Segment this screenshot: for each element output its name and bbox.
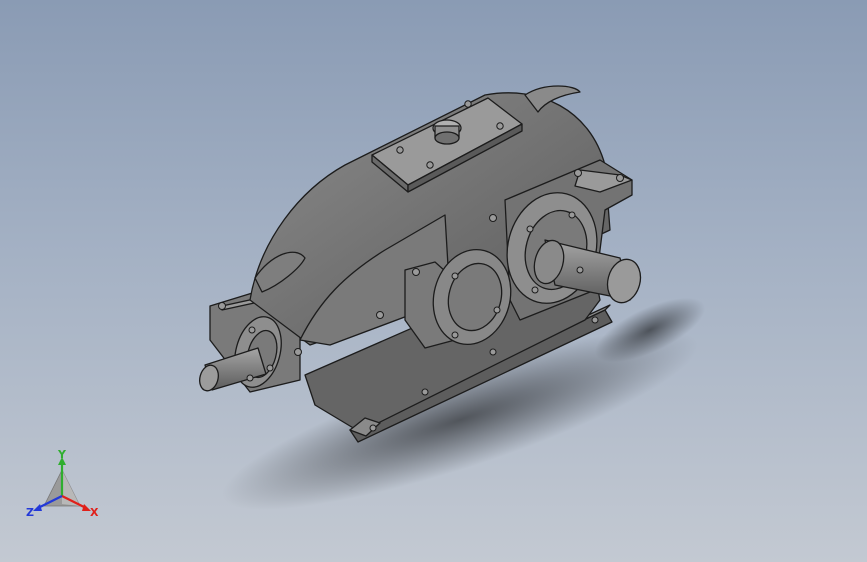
bolt — [412, 268, 420, 276]
bolt — [489, 214, 497, 222]
bolt — [451, 272, 459, 280]
gear-reducer-model[interactable] — [0, 0, 867, 562]
bolt — [493, 306, 501, 314]
bolt — [464, 100, 472, 108]
bolt — [294, 348, 302, 356]
x-axis-label: X — [90, 506, 99, 519]
bolt — [421, 388, 429, 396]
bolt — [576, 266, 584, 274]
bolt — [266, 364, 274, 372]
z-axis-label: Z — [26, 506, 34, 519]
bolt — [496, 122, 504, 130]
graphics-viewport[interactable]: Y X Z — [0, 0, 867, 562]
bolt — [451, 331, 459, 339]
bolt — [568, 211, 576, 219]
bolt — [426, 161, 434, 169]
bolt — [616, 174, 624, 182]
bolt — [248, 326, 256, 334]
bolt — [246, 374, 254, 382]
bolt — [591, 316, 599, 324]
bolt — [574, 169, 582, 177]
bolt — [369, 424, 377, 432]
z-axis-arrow — [33, 504, 42, 511]
breather-base — [434, 131, 460, 145]
bolt — [218, 302, 226, 310]
reference-triad[interactable]: Y X Z — [24, 448, 104, 524]
y-axis-label: Y — [57, 448, 67, 461]
bolt — [531, 286, 539, 294]
bolt — [376, 311, 384, 319]
bolt — [489, 348, 497, 356]
bolt — [396, 146, 404, 154]
bolt — [526, 225, 534, 233]
